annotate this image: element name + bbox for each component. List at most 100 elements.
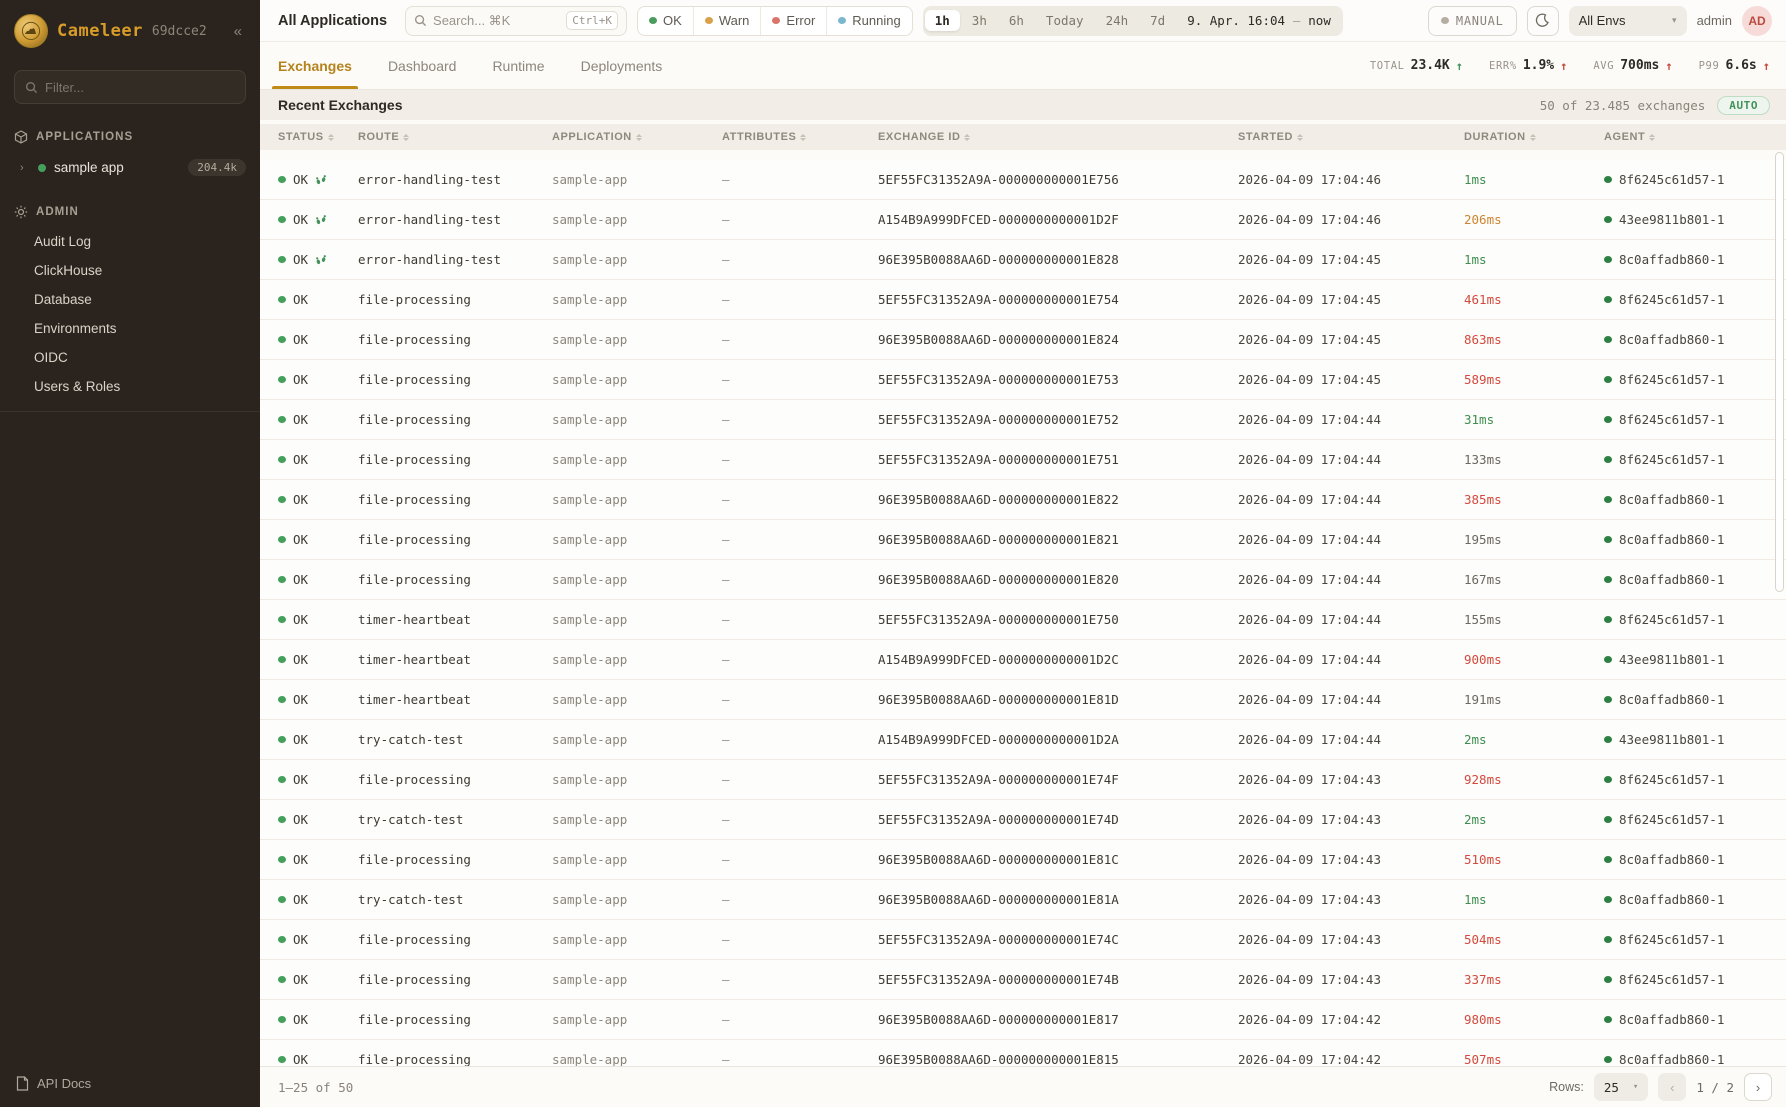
sidebar-item-oidc[interactable]: OIDC bbox=[0, 343, 260, 372]
status-filter-ok[interactable]: OK bbox=[638, 7, 694, 35]
rows-per-page-select[interactable]: 25 ▾ bbox=[1594, 1073, 1648, 1101]
table-row[interactable]: OKfile-processingsample-app—96E395B0088A… bbox=[260, 1000, 1786, 1040]
agent-id: 8f6245c61d57-1 bbox=[1619, 612, 1724, 627]
topbar-right: MANUAL All Envs ▾ admin AD bbox=[1428, 6, 1772, 36]
next-page-button[interactable]: › bbox=[1744, 1073, 1772, 1101]
time-range-3h[interactable]: 3h bbox=[962, 10, 997, 31]
chevron-expand-icon[interactable]: › bbox=[20, 162, 30, 174]
table-row[interactable]: OKerror-handling-testsample-app—5EF55FC3… bbox=[260, 160, 1786, 200]
table-row[interactable]: OKtry-catch-testsample-app—96E395B0088AA… bbox=[260, 880, 1786, 920]
sidebar-item-audit-log[interactable]: Audit Log bbox=[0, 227, 260, 256]
duration-cell: 1ms bbox=[1464, 892, 1604, 907]
time-from[interactable]: 9. Apr. 16:04 bbox=[1187, 13, 1285, 28]
table-row[interactable]: OKfile-processingsample-app—96E395B0088A… bbox=[260, 560, 1786, 600]
status-cell: OK bbox=[278, 492, 358, 507]
sidebar-item-clickhouse[interactable]: ClickHouse bbox=[0, 256, 260, 285]
table-row[interactable]: OKtry-catch-testsample-app—5EF55FC31352A… bbox=[260, 800, 1786, 840]
global-search-input[interactable] bbox=[433, 13, 543, 28]
sidebar-item-sample-app[interactable]: › sample app 204.4k bbox=[0, 152, 260, 183]
time-to[interactable]: now bbox=[1308, 13, 1331, 28]
dark-mode-toggle[interactable] bbox=[1527, 6, 1559, 36]
auto-refresh-badge[interactable]: AUTO bbox=[1717, 96, 1770, 115]
table-row[interactable]: OKfile-processingsample-app—96E395B0088A… bbox=[260, 320, 1786, 360]
api-docs-link[interactable]: API Docs bbox=[0, 1062, 260, 1107]
exchange-id-cell: 96E395B0088AA6D-000000000001E81D bbox=[878, 692, 1238, 707]
table-row[interactable]: OKtimer-heartbeatsample-app—A154B9A999DF… bbox=[260, 640, 1786, 680]
column-header-route[interactable]: ROUTE bbox=[358, 131, 552, 143]
table-row[interactable]: OKfile-processingsample-app—5EF55FC31352… bbox=[260, 440, 1786, 480]
time-range-24h[interactable]: 24h bbox=[1096, 10, 1139, 31]
attributes-cell: — bbox=[722, 172, 878, 187]
table-row[interactable]: OKtimer-heartbeatsample-app—5EF55FC31352… bbox=[260, 600, 1786, 640]
column-header-agent[interactable]: AGENT bbox=[1604, 131, 1774, 143]
time-range-1h[interactable]: 1h bbox=[925, 10, 960, 31]
sort-icon bbox=[328, 134, 334, 141]
sidebar-item-environments[interactable]: Environments bbox=[0, 314, 260, 343]
environment-select[interactable]: All Envs ▾ bbox=[1569, 6, 1687, 36]
status-filter-warn[interactable]: Warn bbox=[694, 7, 762, 35]
attributes-cell: — bbox=[722, 852, 878, 867]
table-row[interactable]: OKfile-processingsample-app—5EF55FC31352… bbox=[260, 920, 1786, 960]
table-row[interactable]: OKfile-processingsample-app—96E395B0088A… bbox=[260, 840, 1786, 880]
main-content: All Applications Ctrl+K OKWarnErrorRunni… bbox=[260, 0, 1786, 1107]
table-row[interactable]: OKfile-processingsample-app—5EF55FC31352… bbox=[260, 760, 1786, 800]
sidebar-collapse-button[interactable]: « bbox=[230, 21, 246, 42]
column-header-started[interactable]: STARTED bbox=[1238, 131, 1464, 143]
route-cell: file-processing bbox=[358, 932, 552, 947]
exchange-id-cell: A154B9A999DFCED-0000000000001D2F bbox=[878, 212, 1238, 227]
exchange-id-cell: 5EF55FC31352A9A-000000000001E753 bbox=[878, 372, 1238, 387]
sidebar-filter-input[interactable] bbox=[45, 80, 235, 95]
user-avatar[interactable]: AD bbox=[1742, 6, 1772, 36]
sidebar-item-users-roles[interactable]: Users & Roles bbox=[0, 372, 260, 401]
status-filter-error[interactable]: Error bbox=[761, 7, 827, 35]
column-header-exchange-id[interactable]: EXCHANGE ID bbox=[878, 131, 1238, 143]
status-text: OK bbox=[293, 732, 308, 747]
agent-id: 8c0affadb860-1 bbox=[1619, 1012, 1724, 1027]
tab-deployments[interactable]: Deployments bbox=[581, 42, 663, 89]
vertical-scrollbar[interactable] bbox=[1775, 152, 1784, 592]
application-cell: sample-app bbox=[552, 372, 722, 387]
route-cell: timer-heartbeat bbox=[358, 652, 552, 667]
table-row[interactable]: OKtry-catch-testsample-app—A154B9A999DFC… bbox=[260, 720, 1786, 760]
status-cell: OK bbox=[278, 692, 358, 707]
table-row[interactable]: OKfile-processingsample-app—96E395B0088A… bbox=[260, 1040, 1786, 1066]
time-range-7d[interactable]: 7d bbox=[1140, 10, 1175, 31]
started-cell: 2026-04-09 17:04:43 bbox=[1238, 892, 1464, 907]
table-row[interactable]: OKfile-processingsample-app—5EF55FC31352… bbox=[260, 400, 1786, 440]
route-cell: file-processing bbox=[358, 772, 552, 787]
time-range-today[interactable]: Today bbox=[1036, 10, 1094, 31]
table-row[interactable]: OKfile-processingsample-app—5EF55FC31352… bbox=[260, 960, 1786, 1000]
agent-cell: 8c0affadb860-1 bbox=[1604, 252, 1774, 267]
column-header-status[interactable]: STATUS bbox=[278, 131, 358, 143]
table-row[interactable]: OKtimer-heartbeatsample-app—96E395B0088A… bbox=[260, 680, 1786, 720]
duration-cell: 2ms bbox=[1464, 812, 1604, 827]
time-range-6h[interactable]: 6h bbox=[999, 10, 1034, 31]
application-cell: sample-app bbox=[552, 532, 722, 547]
tab-dashboard[interactable]: Dashboard bbox=[388, 42, 457, 89]
column-header-attributes[interactable]: ATTRIBUTES bbox=[722, 131, 878, 143]
table-row[interactable]: OKfile-processingsample-app—96E395B0088A… bbox=[260, 480, 1786, 520]
started-cell: 2026-04-09 17:04:44 bbox=[1238, 412, 1464, 427]
route-cell: file-processing bbox=[358, 1012, 552, 1027]
time-range-buttons: 1h3h6hToday24h7d bbox=[925, 10, 1175, 31]
pagination-controls: Rows: 25 ▾ ‹ 1 / 2 › bbox=[1549, 1073, 1772, 1101]
status-filter-running[interactable]: Running bbox=[827, 7, 911, 35]
sidebar-item-database[interactable]: Database bbox=[0, 285, 260, 314]
manual-refresh-button[interactable]: MANUAL bbox=[1428, 6, 1517, 36]
table-row[interactable]: OKfile-processingsample-app—5EF55FC31352… bbox=[260, 280, 1786, 320]
duration-cell: 461ms bbox=[1464, 292, 1604, 307]
column-header-application[interactable]: APPLICATION bbox=[552, 131, 722, 143]
table-row[interactable]: OKerror-handling-testsample-app—96E395B0… bbox=[260, 240, 1786, 280]
tab-exchanges[interactable]: Exchanges bbox=[278, 42, 352, 89]
column-header-duration[interactable]: DURATION bbox=[1464, 131, 1604, 143]
table-row[interactable]: OKfile-processingsample-app—96E395B0088A… bbox=[260, 520, 1786, 560]
stat-label: ERR% bbox=[1489, 60, 1517, 72]
agent-id: 8f6245c61d57-1 bbox=[1619, 452, 1724, 467]
agent-status-dot bbox=[1604, 936, 1612, 943]
tab-runtime[interactable]: Runtime bbox=[492, 42, 544, 89]
agent-status-dot bbox=[1604, 256, 1612, 263]
attributes-cell: — bbox=[722, 932, 878, 947]
table-row[interactable]: OKerror-handling-testsample-app—A154B9A9… bbox=[260, 200, 1786, 240]
table-row[interactable]: OKfile-processingsample-app—5EF55FC31352… bbox=[260, 360, 1786, 400]
prev-page-button[interactable]: ‹ bbox=[1658, 1073, 1686, 1101]
